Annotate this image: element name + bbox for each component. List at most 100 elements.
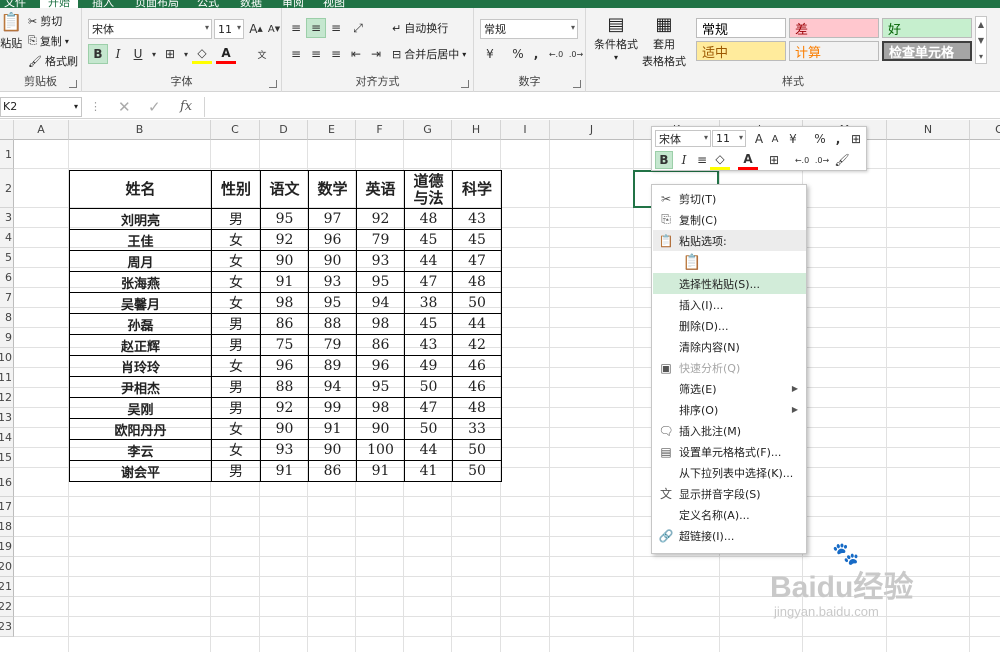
- italic-button[interactable]: I: [108, 44, 128, 64]
- column-header[interactable]: C: [211, 120, 260, 140]
- currency-icon[interactable]: ¥: [783, 129, 803, 149]
- cell-style-swatch[interactable]: 适中: [696, 41, 786, 61]
- table-cell[interactable]: 91: [260, 460, 309, 482]
- table-cell[interactable]: 男: [211, 397, 261, 419]
- column-header[interactable]: E: [308, 120, 356, 140]
- table-cell[interactable]: 38: [404, 292, 453, 314]
- table-header-cell[interactable]: 语文: [260, 170, 309, 209]
- row-header[interactable]: 5: [0, 248, 14, 268]
- table-cell[interactable]: 95: [356, 271, 405, 293]
- table-cell[interactable]: 96: [308, 229, 357, 251]
- table-cell[interactable]: 50: [404, 376, 453, 398]
- bold-button[interactable]: B: [88, 44, 108, 64]
- table-cell[interactable]: 93: [260, 439, 309, 461]
- conditional-format-button[interactable]: ▤ 条件格式 ▾: [594, 14, 638, 62]
- align-right-icon[interactable]: ≡: [326, 44, 346, 64]
- table-cell[interactable]: 95: [260, 208, 309, 230]
- name-cell[interactable]: 尹相杰: [69, 376, 212, 398]
- table-cell[interactable]: 86: [356, 334, 405, 356]
- orientation-icon[interactable]: ⤢: [348, 18, 368, 38]
- table-cell[interactable]: 94: [308, 376, 357, 398]
- table-cell[interactable]: 46: [452, 355, 502, 377]
- row-header[interactable]: 15: [0, 448, 14, 468]
- tab-view[interactable]: 视图: [323, 0, 345, 8]
- context-menu-item[interactable]: 🔗 超链接(I)...: [653, 525, 806, 546]
- table-cell[interactable]: 98: [260, 292, 309, 314]
- align-top-icon[interactable]: ≡: [286, 18, 306, 38]
- table-cell[interactable]: 男: [211, 313, 261, 335]
- context-menu-item[interactable]: 删除(D)...: [653, 315, 806, 336]
- table-cell[interactable]: 86: [260, 313, 309, 335]
- name-cell[interactable]: 欧阳丹丹: [69, 418, 212, 440]
- mini-percent-button[interactable]: %: [810, 129, 830, 149]
- row-header[interactable]: 7: [0, 288, 14, 308]
- increase-decimal-icon[interactable]: ←.0: [546, 44, 566, 64]
- format-painter-button[interactable]: 🖌 格式刷: [28, 53, 78, 69]
- row-header[interactable]: 6: [0, 268, 14, 288]
- increase-indent-icon[interactable]: ⇥: [366, 44, 386, 64]
- cell-style-swatch[interactable]: 计算: [789, 41, 879, 61]
- table-cell[interactable]: 49: [404, 355, 453, 377]
- paste-option-icon[interactable]: 📋: [679, 253, 705, 271]
- name-cell[interactable]: 李云: [69, 439, 212, 461]
- table-cell[interactable]: 88: [308, 313, 357, 335]
- table-cell[interactable]: 50: [452, 460, 502, 482]
- table-cell[interactable]: 92: [356, 208, 405, 230]
- table-cell[interactable]: 43: [452, 208, 502, 230]
- column-header[interactable]: A: [14, 120, 69, 140]
- table-cell[interactable]: 41: [404, 460, 453, 482]
- tab-insert[interactable]: 插入: [92, 0, 114, 8]
- format-as-table-button[interactable]: ▦ 套用 表格格式: [642, 14, 686, 69]
- table-cell[interactable]: 98: [356, 397, 405, 419]
- table-cell[interactable]: 48: [404, 208, 453, 230]
- context-menu-item[interactable]: 定义名称(A)...: [653, 504, 806, 525]
- column-header[interactable]: G: [404, 120, 452, 140]
- formula-input[interactable]: [204, 97, 1000, 117]
- row-header[interactable]: 13: [0, 408, 14, 428]
- select-all-corner[interactable]: [0, 120, 14, 140]
- table-cell[interactable]: 96: [356, 355, 405, 377]
- table-cell[interactable]: 43: [404, 334, 453, 356]
- table-cell[interactable]: 48: [452, 271, 502, 293]
- font-launcher-icon[interactable]: [269, 80, 277, 88]
- table-cell[interactable]: 98: [356, 313, 405, 335]
- table-cell[interactable]: 95: [308, 292, 357, 314]
- name-cell[interactable]: 吴馨月: [69, 292, 212, 314]
- worksheet-grid[interactable]: ABCDEFGHIJKLMNO1234567891011121314151617…: [0, 120, 1000, 652]
- row-header[interactable]: 12: [0, 388, 14, 408]
- table-cell[interactable]: 男: [211, 334, 261, 356]
- context-menu-item[interactable]: 插入(I)...: [653, 294, 806, 315]
- column-header[interactable]: F: [356, 120, 404, 140]
- table-header-cell[interactable]: 性别: [211, 170, 261, 209]
- table-header-cell[interactable]: 数学: [308, 170, 357, 209]
- name-cell[interactable]: 张海燕: [69, 271, 212, 293]
- tab-data[interactable]: 数据: [240, 0, 262, 8]
- context-menu-item[interactable]: 🗨 插入批注(M): [653, 420, 806, 441]
- decrease-decimal-icon[interactable]: .0→: [566, 44, 586, 64]
- name-box[interactable]: K2 ▾: [0, 97, 82, 117]
- increase-decimal-icon[interactable]: ←.0: [792, 150, 812, 170]
- table-header-cell[interactable]: 道德与法: [404, 170, 453, 209]
- tab-file[interactable]: 文件: [4, 0, 26, 8]
- enter-check-icon[interactable]: ✓: [148, 98, 161, 116]
- name-cell[interactable]: 孙磊: [69, 313, 212, 335]
- paste-options-row[interactable]: 📋: [653, 251, 806, 273]
- border-icon[interactable]: ⊞: [764, 150, 784, 170]
- name-cell[interactable]: 王佳: [69, 229, 212, 251]
- name-cell[interactable]: 谢会平: [69, 460, 212, 482]
- column-header[interactable]: O: [970, 120, 1000, 140]
- format-painter-icon[interactable]: 🖌: [832, 150, 852, 170]
- table-cell[interactable]: 86: [308, 460, 357, 482]
- table-cell[interactable]: 42: [452, 334, 502, 356]
- table-cell[interactable]: 44: [452, 313, 502, 335]
- table-cell[interactable]: 88: [260, 376, 309, 398]
- context-menu-item[interactable]: ▤ 设置单元格格式(F)...: [653, 441, 806, 462]
- table-cell[interactable]: 男: [211, 460, 261, 482]
- table-cell[interactable]: 男: [211, 208, 261, 230]
- column-header[interactable]: I: [501, 120, 550, 140]
- context-menu-item[interactable]: 文显示拼音字段(S): [653, 483, 806, 504]
- context-menu-item[interactable]: 选择性粘贴(S)...: [653, 273, 806, 294]
- table-cell[interactable]: 94: [356, 292, 405, 314]
- table-cell[interactable]: 47: [404, 271, 453, 293]
- table-cell[interactable]: 48: [452, 397, 502, 419]
